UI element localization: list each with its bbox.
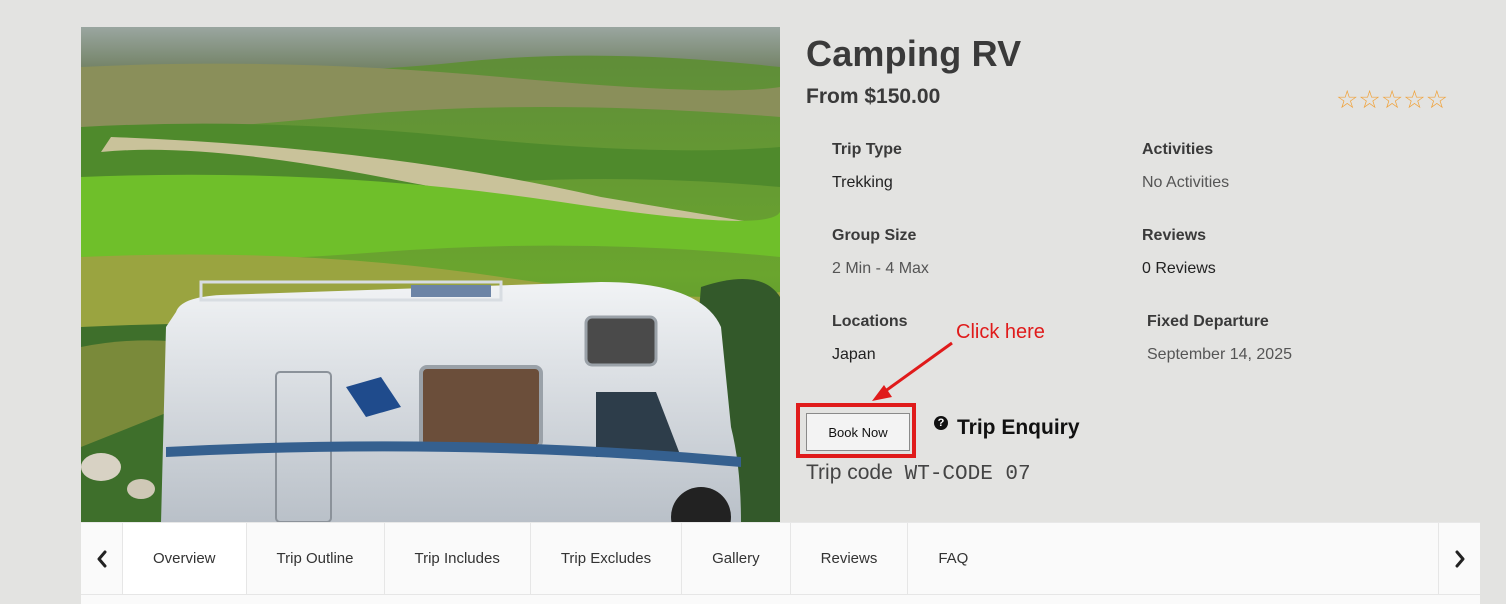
trip-code-value: WT-CODE 07 <box>904 463 1031 486</box>
tabs-scroll-left-button[interactable] <box>81 523 123 594</box>
annotation-arrow-icon <box>872 341 953 401</box>
tab-trip-includes[interactable]: Trip Includes <box>385 523 531 594</box>
tab-reviews[interactable]: Reviews <box>791 523 909 594</box>
trip-hero-image <box>81 27 780 523</box>
chevron-right-icon <box>1455 550 1464 567</box>
tab-faq[interactable]: FAQ <box>908 523 998 594</box>
tab-trip-excludes[interactable]: Trip Excludes <box>531 523 683 594</box>
trip-code-label: Trip code <box>806 461 893 484</box>
tab-overview[interactable]: Overview <box>123 523 247 594</box>
question-icon: ? <box>934 416 948 430</box>
reviews-value[interactable]: 0 Reviews <box>1142 260 1216 278</box>
trip-tabs-bar: Overview Trip Outline Trip Includes Trip… <box>81 522 1480 604</box>
book-now-button[interactable]: Book Now <box>806 413 910 451</box>
trip-code: Trip code WT-CODE 07 <box>806 461 1031 486</box>
rating-stars: ☆☆☆☆☆ <box>1336 86 1449 114</box>
activities-label: Activities <box>1142 141 1214 158</box>
tab-trip-outline[interactable]: Trip Outline <box>247 523 385 594</box>
trip-enquiry-label: Trip Enquiry <box>957 416 1080 439</box>
tab-gallery[interactable]: Gallery <box>682 523 791 594</box>
activities-value: No Activities <box>1142 174 1230 191</box>
fixed-departure-value: September 14, 2025 <box>1147 346 1292 363</box>
tabs-scroll-right-button[interactable] <box>1438 523 1480 594</box>
trip-info-panel: Camping RV From $150.00 ☆☆☆☆☆ Trip Type … <box>796 27 1466 523</box>
chevron-left-icon <box>97 550 106 567</box>
reviews-label: Reviews <box>1142 227 1207 244</box>
trip-enquiry-link[interactable]: ? Trip Enquiry <box>934 415 1080 440</box>
fixed-departure-label: Fixed Departure <box>1147 313 1269 330</box>
